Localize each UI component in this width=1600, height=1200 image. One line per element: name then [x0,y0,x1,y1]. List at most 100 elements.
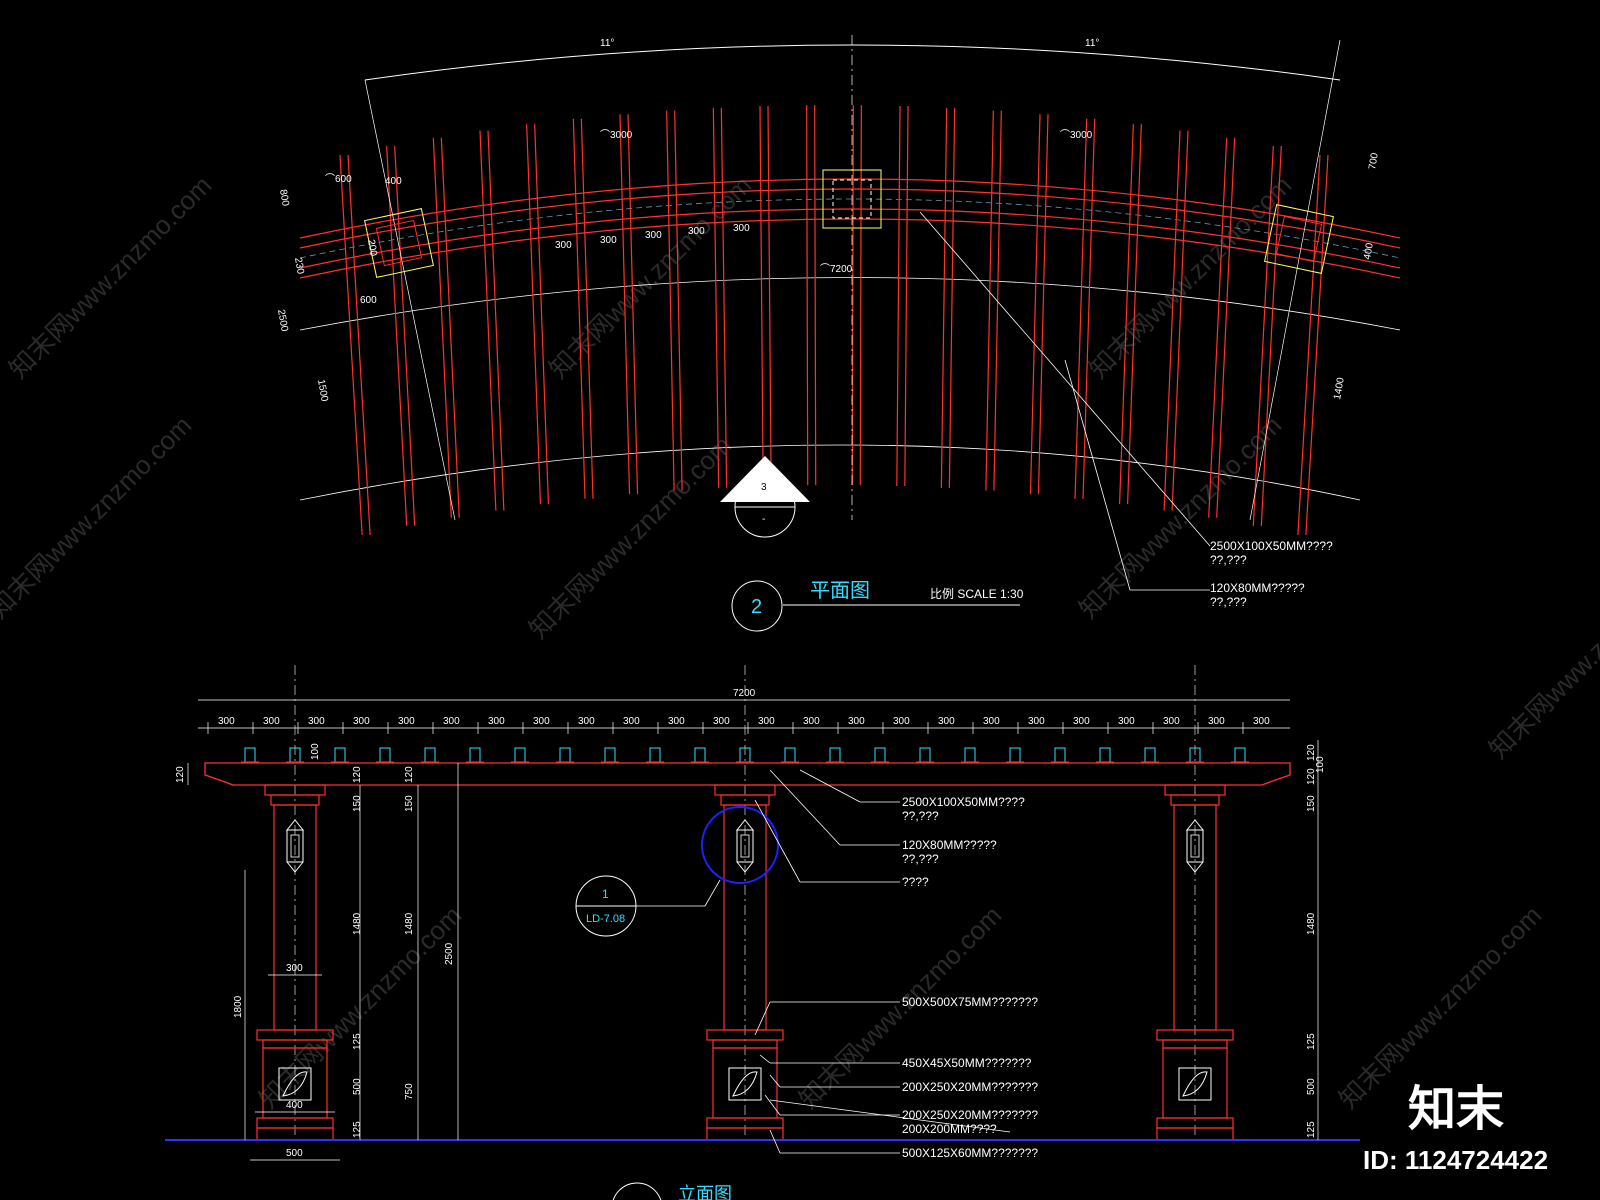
plan-rafter [432,137,452,518]
plan-rafter-edge [674,110,683,491]
elev-note: 500X125X60MM??????? [902,1146,1038,1160]
elev-note: ???? [902,875,929,889]
rafter-end [379,747,391,763]
elev-right-dim: 125 [1306,1121,1317,1138]
plan-spacing: 300 [645,230,662,241]
plan-rafter [896,106,901,487]
rafter-end [514,747,526,763]
rafter-end [649,747,661,763]
plan-rafter [479,130,497,511]
shaft-width-dim: 300 [286,963,303,974]
callout-number: 1 [602,887,609,901]
plan-rafter [386,145,408,526]
elev-left-dim: 120 [175,766,186,783]
pillar-dim: 500 [352,1078,363,1095]
watermark: 知末网www.znzmo.com [1483,550,1600,764]
elevation-notes [754,769,1011,1154]
elev-spacing-dims: 300 300 300 300 300 300 300 300 300 300 300 300 300 3… [207,716,1270,734]
rafter-end [694,747,706,763]
elevation-title: 立面图 [678,1184,732,1200]
plan-title-block: 2 平面图 比例 SCALE 1:30 [731,580,1024,632]
plan-rafter-edge [394,145,416,526]
elev-spacing-dim: 300 [983,716,1000,727]
plan-spacing: 300 [555,240,572,251]
elev-spacing-dim: 300 [1208,716,1225,727]
plan-left-dim: 1500 [315,379,330,403]
section-marker-number: 3 [761,482,767,493]
pillar-dim: 150 [352,795,363,812]
rafter-end [829,747,841,763]
elev-spacing-dim: 300 [488,716,505,727]
plan-title: 平面图 [810,580,870,602]
radius-small-label: ⌒600 [325,173,352,185]
elev-spacing-dim: 300 [1118,716,1135,727]
rafter-end [1144,747,1156,763]
plan-rafter [666,110,675,491]
base-width-dim: 500 [286,1148,303,1159]
rafter-end [604,747,616,763]
elev-spacing-dim: 300 [848,716,865,727]
plan-spacing: 300 [600,235,617,246]
beam-top-dim: 100 [310,743,321,760]
plan-rafter [985,110,994,491]
plan-rafter-edge [859,105,862,486]
plan-left-dim: 2500 [275,309,290,333]
rafter-end [424,747,436,763]
plan-spacing: 300 [733,223,750,234]
pillar2-dim: 150 [404,795,415,812]
section-marker-sub: - [762,514,765,525]
pillar-dim: 1480 [352,912,363,935]
elev-spacing-dim: 300 [1073,716,1090,727]
angle-left-label: 11° [600,38,614,49]
pillar2-dim: 1480 [404,912,415,935]
elev-right-dim: 150 [1306,795,1317,812]
rafter-end [1234,747,1246,763]
elev-overall-dim: 7200 [733,688,756,699]
plan-left-small: 600 [360,295,377,306]
plan-left-dim: 230 [292,257,306,276]
rafter-end [334,747,346,763]
detail-callout: 1 LD-7.08 [575,875,721,937]
plan-left-dim: 800 [277,189,291,208]
id-label: ID: 1124724422 [1363,1145,1548,1175]
elev-spacing-dim: 300 [623,716,640,727]
cad-drawing: 知末网www.znzmo.com 知末网www.znzmo.com 知末网www… [0,35,1600,1200]
elev-note: 200X200MM???? [902,1122,997,1136]
plan-rafter-edge [1171,130,1189,511]
plan-note-beam: 120X80MM????? [1210,581,1305,595]
plan-note-rafter: 2500X100X50MM???? [1210,539,1333,553]
watermark-layer: 知末网www.znzmo.com 知末网www.znzmo.com 知末网www… [0,170,1600,1114]
plan-rafter-edge [720,107,728,488]
elev-note: 2500X100X50MM???? [902,795,1025,809]
elev-spacing-dim: 300 [803,716,820,727]
radius-right-label: ⌒3000 [1060,129,1093,141]
elev-total-height: 2500 [444,942,455,965]
rafter-end [784,747,796,763]
plan-rafter [759,106,764,487]
rafter-end [919,747,931,763]
plan-right-dim: 400 [1362,242,1376,261]
elev-spacing-dim: 300 [263,716,280,727]
watermark: 知末网www.znzmo.com [523,430,737,644]
plan-left-small: 400 [385,176,402,187]
elevation-view: 7200 300 300 300 300 300 300 300 300 300 300 300 30… [165,665,1360,1200]
watermark: 知末网www.znzmo.com [0,410,197,624]
elev-spacing-dim: 300 [353,716,370,727]
pillar-dim: 125 [352,1033,363,1050]
elev-left-dim: 1800 [233,995,244,1018]
elev-note: 450X45X50MM??????? [902,1056,1032,1070]
plan-rafter-edge [993,110,1002,491]
elev-spacing-dim: 300 [713,716,730,727]
plan-rafter-edge [487,130,505,511]
plan-rafter-edge [440,137,460,518]
plan-rafter [1029,114,1041,495]
radius-center-label: ⌒7200 [820,263,853,275]
brand-text: 知末 [1408,1083,1504,1136]
elev-right-dim: 500 [1306,1078,1317,1095]
elev-spacing-dim: 300 [308,716,325,727]
plan-rafter [806,105,809,486]
pillar2-dim: 750 [404,1083,415,1100]
plan-note-rafter-sub: ??,??? [1210,553,1247,567]
plan-scale: 比例 SCALE 1:30 [930,587,1024,601]
elev-note: ??,??? [902,852,939,866]
